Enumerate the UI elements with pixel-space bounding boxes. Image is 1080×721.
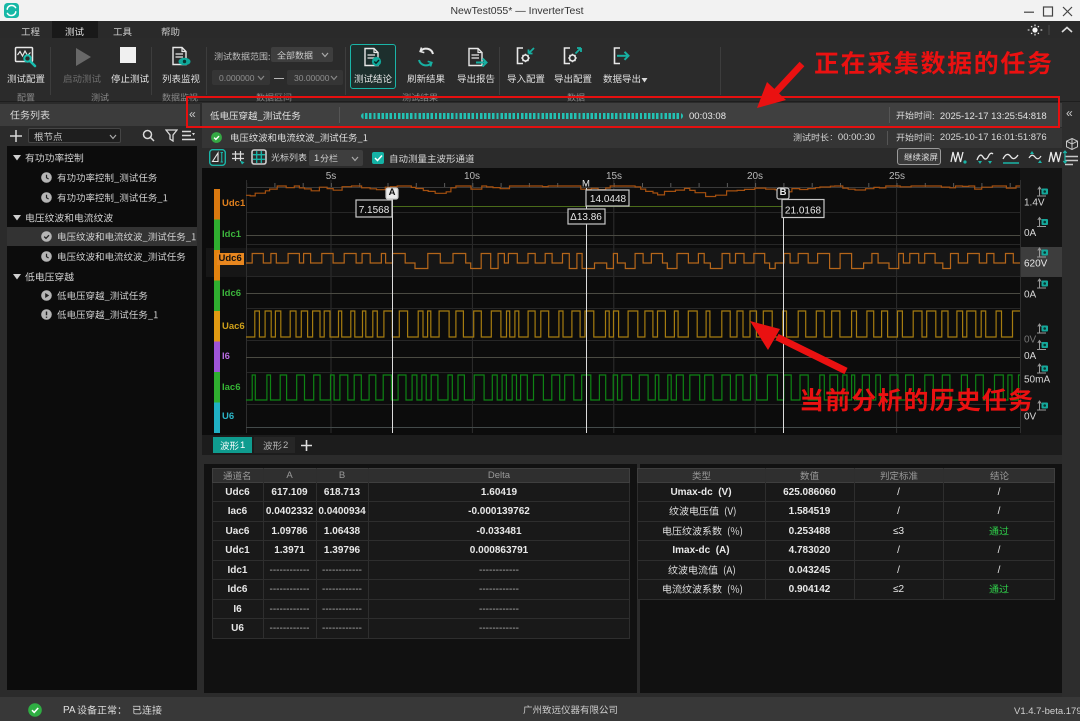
svg-text:20s: 20s (747, 171, 763, 182)
svg-text:0A: 0A (1024, 228, 1037, 239)
svg-text:Δ13.86: Δ13.86 (570, 212, 602, 223)
svg-text:A: A (389, 187, 396, 198)
svg-text:M: M (582, 179, 590, 190)
svg-text:620V: 620V (1024, 259, 1048, 270)
svg-text:0A: 0A (1024, 290, 1037, 301)
svg-text:21.0168: 21.0168 (785, 206, 822, 217)
svg-text:0V: 0V (1024, 335, 1037, 346)
svg-text:15s: 15s (606, 171, 622, 182)
svg-text:7.1568: 7.1568 (359, 205, 390, 216)
svg-text:10s: 10s (464, 171, 480, 182)
svg-text:5s: 5s (326, 171, 337, 182)
svg-text:1.4V: 1.4V (1024, 198, 1045, 209)
svg-text:14.0448: 14.0448 (590, 194, 627, 205)
svg-text:0A: 0A (1024, 351, 1037, 362)
svg-text:50mA: 50mA (1024, 375, 1050, 386)
svg-text:25s: 25s (889, 171, 905, 182)
svg-text:B: B (780, 187, 787, 198)
